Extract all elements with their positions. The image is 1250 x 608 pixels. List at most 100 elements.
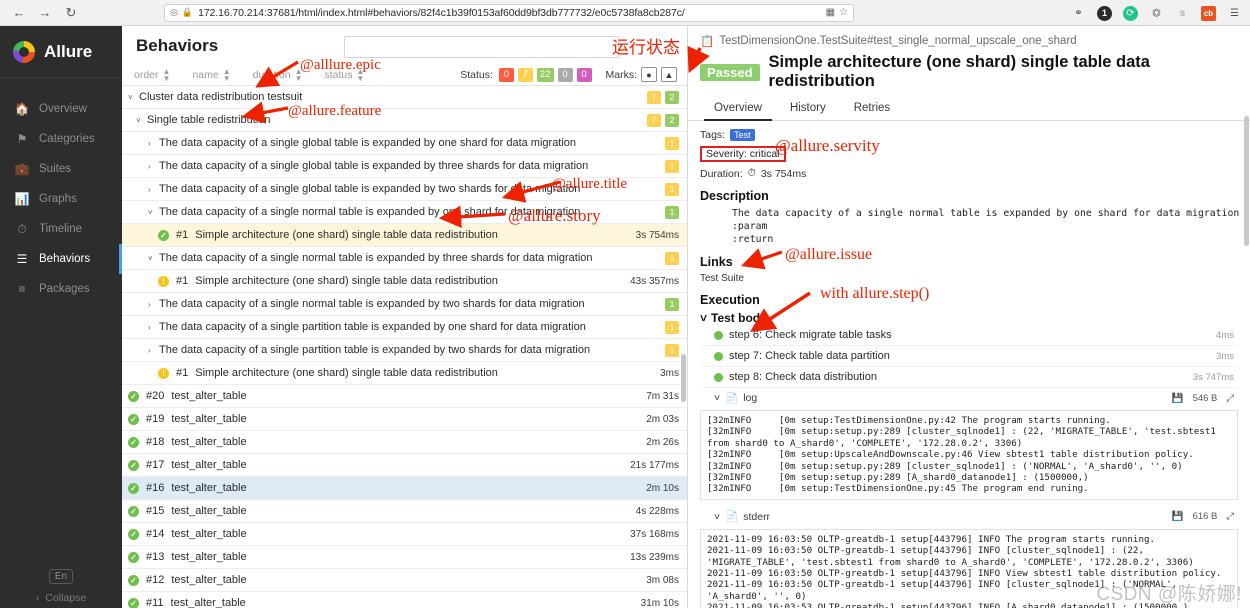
save-icon[interactable]: 💾 bbox=[1172, 393, 1184, 404]
tree-row[interactable]: ✓ #1 Simple architecture (one shard) singl… bbox=[122, 224, 687, 247]
status-chip-unknown[interactable]: 0 bbox=[576, 67, 592, 82]
list-item-number: #13 bbox=[146, 551, 165, 563]
skype-icon[interactable]: s bbox=[1175, 6, 1190, 21]
sort-arrows-icon: ▲ ▼ bbox=[222, 66, 231, 83]
expand-icon[interactable]: ⤢ bbox=[1226, 511, 1234, 522]
chevron-right-icon[interactable]: › bbox=[148, 139, 159, 148]
forward-arrow-icon[interactable]: → bbox=[34, 3, 56, 23]
list-item[interactable]: ✓ #18 test_alter_table 2m 26s bbox=[122, 431, 687, 454]
tab-retries[interactable]: Retries bbox=[840, 98, 904, 120]
address-bar[interactable]: ◎ 🔒 172.16.70.214:37681/html/index.html#… bbox=[164, 3, 854, 22]
tree-row-number: #1 bbox=[176, 229, 189, 241]
attachment-meta: 💾 546 B ⤢ bbox=[1172, 393, 1238, 404]
expand-icon[interactable]: ⤢ bbox=[1226, 393, 1234, 404]
back-arrow-icon[interactable]: ← bbox=[8, 3, 30, 23]
tree-row-label: The data capacity of a single normal tab… bbox=[159, 298, 585, 310]
sync-icon[interactable]: ⟳ bbox=[1123, 5, 1138, 21]
tree-row[interactable]: ! #1 Simple architecture (one shard) singl… bbox=[122, 362, 687, 385]
chevron-down-icon[interactable]: ˅ bbox=[136, 116, 147, 125]
sort-name[interactable]: name ▲ ▼ bbox=[192, 66, 231, 83]
count-badge: 1 bbox=[665, 136, 679, 150]
tree-row[interactable]: ! #1 Simple architecture (one shard) singl… bbox=[122, 270, 687, 293]
step-row[interactable]: step 8: Check data distribution 3s 747ms bbox=[700, 367, 1238, 388]
chevron-right-icon[interactable]: › bbox=[148, 162, 159, 171]
attachment-header[interactable]: ˅ 📄 stderr 💾 616 B ⤢ bbox=[700, 507, 1238, 527]
list-item[interactable]: ✓ #19 test_alter_table 2m 03s bbox=[122, 408, 687, 431]
tree-row[interactable]: › The data capacity of a single global ta… bbox=[122, 155, 687, 178]
sidebar-item-timeline[interactable]: ⏱ Timeline bbox=[0, 214, 122, 244]
warning-icon[interactable]: ▲ bbox=[661, 67, 677, 82]
tree-row[interactable]: ˅ The data capacity of a single normal ta… bbox=[122, 201, 687, 224]
step-row[interactable]: step 7: Check table data partition 3ms bbox=[700, 346, 1238, 367]
copy-icon[interactable]: 📋 bbox=[700, 34, 714, 48]
list-item[interactable]: ✓ #12 test_alter_table 3m 08s bbox=[122, 569, 687, 592]
sidebar-item-behaviors[interactable]: ☰ Behaviors bbox=[0, 244, 122, 274]
status-chip-passed[interactable]: 22 bbox=[536, 67, 554, 82]
right-scrollbar-thumb[interactable] bbox=[1244, 116, 1249, 246]
screenshot-icon[interactable]: ⏣ bbox=[1149, 6, 1164, 21]
list-item[interactable]: ✓ #11 test_alter_table 31m 10s bbox=[122, 592, 687, 608]
list-item[interactable]: ✓ #17 test_alter_table 21s 177ms bbox=[122, 454, 687, 477]
tree-row[interactable]: › The data capacity of a single global ta… bbox=[122, 132, 687, 155]
list-item[interactable]: ✓ #14 test_alter_table 37s 168ms bbox=[122, 523, 687, 546]
reader-mode-icon[interactable]: ▦ bbox=[826, 7, 835, 18]
sort-duration[interactable]: duration ▲ ▼ bbox=[253, 67, 303, 82]
tab-history[interactable]: History bbox=[776, 98, 840, 120]
list-item-duration: 37s 168ms bbox=[630, 528, 679, 540]
tree-row[interactable]: ˅ Cluster data redistribution testsuit 7 2 bbox=[122, 86, 687, 109]
search-input[interactable] bbox=[344, 36, 620, 58]
step-row[interactable]: step 6: Check migrate table tasks 4ms bbox=[700, 325, 1238, 346]
pocket-icon[interactable]: ⚭ bbox=[1071, 6, 1086, 21]
menu-icon[interactable]: ☰ bbox=[1227, 6, 1242, 21]
chevron-down-icon[interactable]: ˅ bbox=[148, 208, 159, 217]
csdn-icon[interactable]: cb bbox=[1201, 5, 1216, 21]
tree-row-badges: 1 bbox=[665, 159, 679, 173]
sidebar-item-suites[interactable]: 💼 Suites bbox=[0, 154, 122, 184]
chevron-down-icon[interactable]: ˅ bbox=[148, 254, 159, 263]
sidebar-item-packages[interactable]: ≡ Packages bbox=[0, 274, 122, 304]
sidebar-item-graphs[interactable]: 📊 Graphs bbox=[0, 184, 122, 214]
notification-icon[interactable]: 1 bbox=[1097, 5, 1112, 21]
flaky-icon[interactable]: ● bbox=[641, 67, 657, 82]
status-chip-failed[interactable]: 0 bbox=[498, 67, 514, 82]
left-scrollbar-thumb[interactable] bbox=[681, 354, 686, 402]
tree-row[interactable]: › The data capacity of a single global ta… bbox=[122, 178, 687, 201]
sidebar-item-overview[interactable]: 🏠 Overview bbox=[0, 94, 122, 124]
collapse-label: Collapse bbox=[45, 592, 87, 604]
sort-status[interactable]: status ▲ ▼ bbox=[325, 67, 365, 82]
chevron-right-icon[interactable]: › bbox=[148, 300, 159, 309]
bookmark-star-icon[interactable]: ☆ bbox=[839, 7, 848, 18]
count-badge: 1 bbox=[665, 297, 679, 311]
chevron-right-icon[interactable]: › bbox=[148, 185, 159, 194]
language-switcher[interactable]: En bbox=[48, 569, 74, 584]
right-scrollbar[interactable] bbox=[1244, 26, 1249, 608]
list-item[interactable]: ✓ #15 test_alter_table 4s 228ms bbox=[122, 500, 687, 523]
chevron-down-icon[interactable]: ˅ bbox=[128, 93, 139, 102]
tree-row[interactable]: › The data capacity of a single partition… bbox=[122, 339, 687, 362]
tag-chip[interactable]: Test bbox=[730, 129, 755, 141]
chevron-right-icon[interactable]: › bbox=[148, 346, 159, 355]
attachment-header[interactable]: ˅ 📄 log 💾 546 B ⤢ bbox=[700, 388, 1238, 408]
tree-row[interactable]: › The data capacity of a single normal ta… bbox=[122, 293, 687, 316]
left-scrollbar[interactable] bbox=[681, 86, 686, 608]
sidebar: Allure 🏠 Overview ⚑ Categories 💼 Suites … bbox=[0, 26, 122, 608]
status-chip-broken[interactable]: 7 bbox=[517, 67, 533, 82]
reload-icon[interactable]: ↻ bbox=[60, 3, 82, 23]
status-broken-icon: ! bbox=[158, 275, 169, 287]
link-test-suite[interactable]: Test Suite bbox=[700, 273, 1238, 284]
extension-icons: ⚭ 1 ⟳ ⏣ s cb ☰ bbox=[1071, 0, 1242, 26]
list-item[interactable]: ✓ #20 test_alter_table 7m 31s bbox=[122, 385, 687, 408]
sort-order[interactable]: order ▲ ▼ bbox=[134, 67, 170, 82]
tree-row[interactable]: › The data capacity of a single partition… bbox=[122, 316, 687, 339]
save-icon[interactable]: 💾 bbox=[1172, 511, 1184, 522]
list-item[interactable]: ✓ #13 test_alter_table 13s 239ms bbox=[122, 546, 687, 569]
collapse-button[interactable]: ‹ Collapse bbox=[0, 592, 122, 604]
tab-overview[interactable]: Overview bbox=[700, 98, 776, 121]
sidebar-item-categories[interactable]: ⚑ Categories bbox=[0, 124, 122, 154]
list-item[interactable]: ✓ #16 test_alter_table 2m 10s bbox=[122, 477, 687, 500]
test-body-toggle[interactable]: ˅ Test body bbox=[700, 311, 1238, 325]
status-chip-skipped[interactable]: 0 bbox=[557, 67, 573, 82]
tree-row[interactable]: ˅ Single table redistribution 7 2 bbox=[122, 109, 687, 132]
chevron-right-icon[interactable]: › bbox=[148, 323, 159, 332]
tree-row[interactable]: ˅ The data capacity of a single normal ta… bbox=[122, 247, 687, 270]
